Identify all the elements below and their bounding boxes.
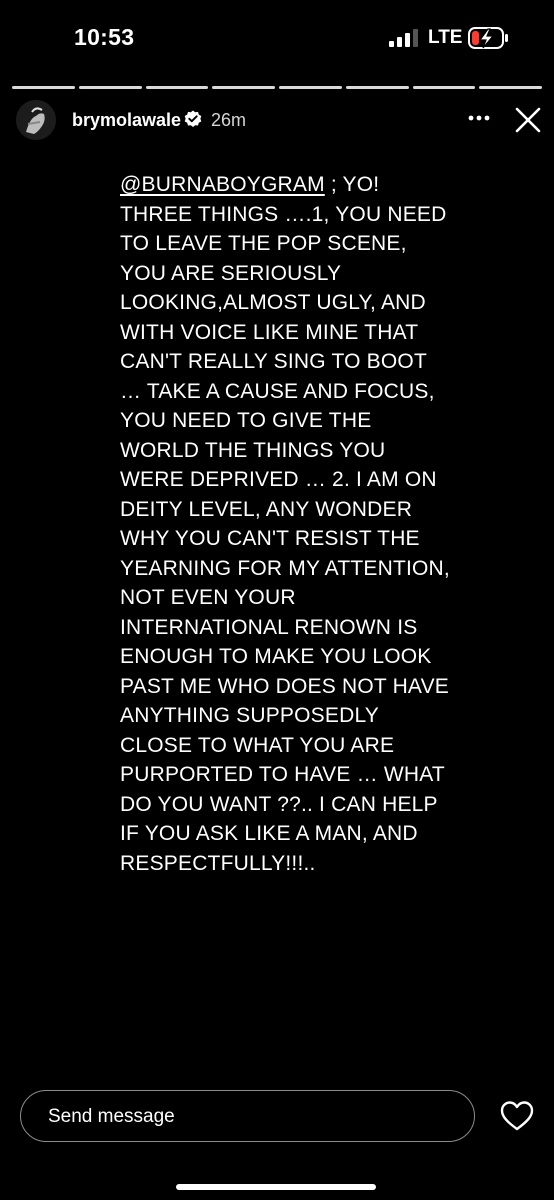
story-progress-segment <box>12 86 75 89</box>
story-time-ago: 26m <box>211 110 247 130</box>
profile-photo-icon <box>16 100 56 140</box>
heart-like-icon[interactable] <box>500 1100 534 1132</box>
send-message-placeholder: Send message <box>48 1106 175 1127</box>
more-options-icon[interactable] <box>462 106 496 130</box>
status-time: 10:53 <box>74 24 135 50</box>
network-type: LTE <box>428 27 463 48</box>
close-icon[interactable] <box>510 102 546 138</box>
story-progress-segment <box>212 86 275 89</box>
story-progress-segment <box>279 86 342 89</box>
battery-charging-icon <box>468 27 508 49</box>
story-body-text: ; YO! THREE THINGS ….1, YOU NEED TO LEAV… <box>120 173 450 875</box>
story-progress-segment <box>145 86 209 89</box>
send-message-input[interactable]: Send message <box>20 1090 475 1142</box>
story-username[interactable]: brymolawale <box>72 110 181 131</box>
mention-link[interactable]: @BURNABOYGRAM <box>120 173 325 196</box>
story-text: @BURNABOYGRAM ; YO! THREE THINGS ….1, YO… <box>120 170 450 878</box>
status-bar: 10:53 LTE <box>0 0 554 72</box>
story-progress-segment <box>479 86 542 89</box>
home-indicator[interactable] <box>176 1184 376 1190</box>
story-footer: Send message <box>0 1086 554 1150</box>
story-progress-segment <box>345 86 409 89</box>
verified-badge-icon <box>184 110 202 127</box>
story-progress-segment <box>78 86 142 89</box>
story-header: brymolawale 26m <box>0 96 554 144</box>
story-progress-segment <box>412 86 476 89</box>
story-progress-bar <box>12 86 542 89</box>
avatar[interactable] <box>16 100 56 140</box>
cellular-signal-icon <box>389 29 418 47</box>
